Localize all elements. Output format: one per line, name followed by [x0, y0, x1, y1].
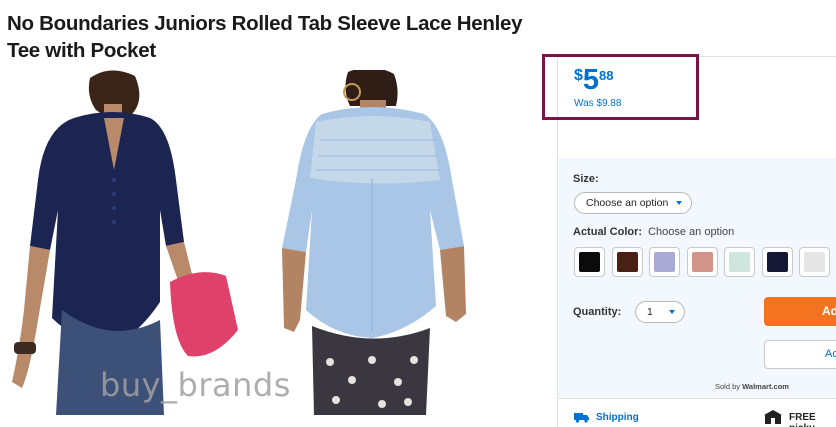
watermark-text: buy_brands [100, 366, 291, 404]
swatch-fill [729, 252, 750, 272]
color-swatch-navy[interactable] [761, 247, 793, 277]
free-pickup-label: FREE picku [789, 412, 816, 427]
add-to-registry-button[interactable]: Ac [764, 340, 836, 369]
chevron-down-icon [669, 310, 675, 314]
truck-icon [574, 413, 589, 423]
was-price: Was $9.88 [574, 98, 622, 109]
quantity-value: 1 [647, 306, 653, 318]
color-swatch-rose[interactable] [686, 247, 718, 277]
quantity-label: Quantity: [573, 306, 622, 318]
swatch-fill [579, 252, 600, 272]
add-to-cart-button[interactable]: Ad [764, 297, 836, 326]
color-label-row: Actual Color: Choose an option [573, 226, 734, 238]
size-select-value: Choose an option [586, 197, 669, 209]
size-select[interactable]: Choose an option [574, 192, 692, 214]
price-highlight-box [542, 54, 699, 120]
color-swatch-black[interactable] [574, 247, 605, 277]
swatch-fill [654, 252, 675, 272]
front-view-model [12, 70, 238, 415]
swatch-fill [804, 252, 825, 272]
price-cents: 88 [599, 68, 614, 83]
color-swatch-lavender[interactable] [649, 247, 680, 277]
quantity-select[interactable]: 1 [635, 301, 685, 323]
product-title: No Boundaries Juniors Rolled Tab Sleeve … [7, 12, 523, 62]
divider [558, 398, 836, 399]
size-label: Size: [573, 173, 599, 185]
product-photo [12, 70, 466, 415]
sold-by: Sold by Walmart.com [715, 382, 789, 391]
price-currency: $ [574, 67, 583, 84]
sold-by-name: Walmart.com [742, 382, 789, 391]
color-swatch-light-gray[interactable] [799, 247, 830, 277]
color-swatch-brown[interactable] [611, 247, 643, 277]
shipping-link[interactable]: Shipping [596, 412, 639, 423]
color-label: Actual Color: [573, 226, 643, 238]
chevron-down-icon [676, 201, 682, 205]
swatch-fill [766, 252, 788, 272]
swatch-fill [691, 252, 713, 272]
price-dollars: 5 [582, 64, 600, 96]
current-price: $588 [574, 64, 614, 96]
color-hint: Choose an option [648, 226, 735, 238]
product-image-gallery[interactable] [0, 70, 490, 415]
swatch-fill [616, 252, 638, 272]
color-swatch-mint[interactable] [724, 247, 755, 277]
store-icon [764, 410, 782, 424]
back-view-model [282, 70, 466, 415]
sold-by-prefix: Sold by [715, 382, 741, 391]
